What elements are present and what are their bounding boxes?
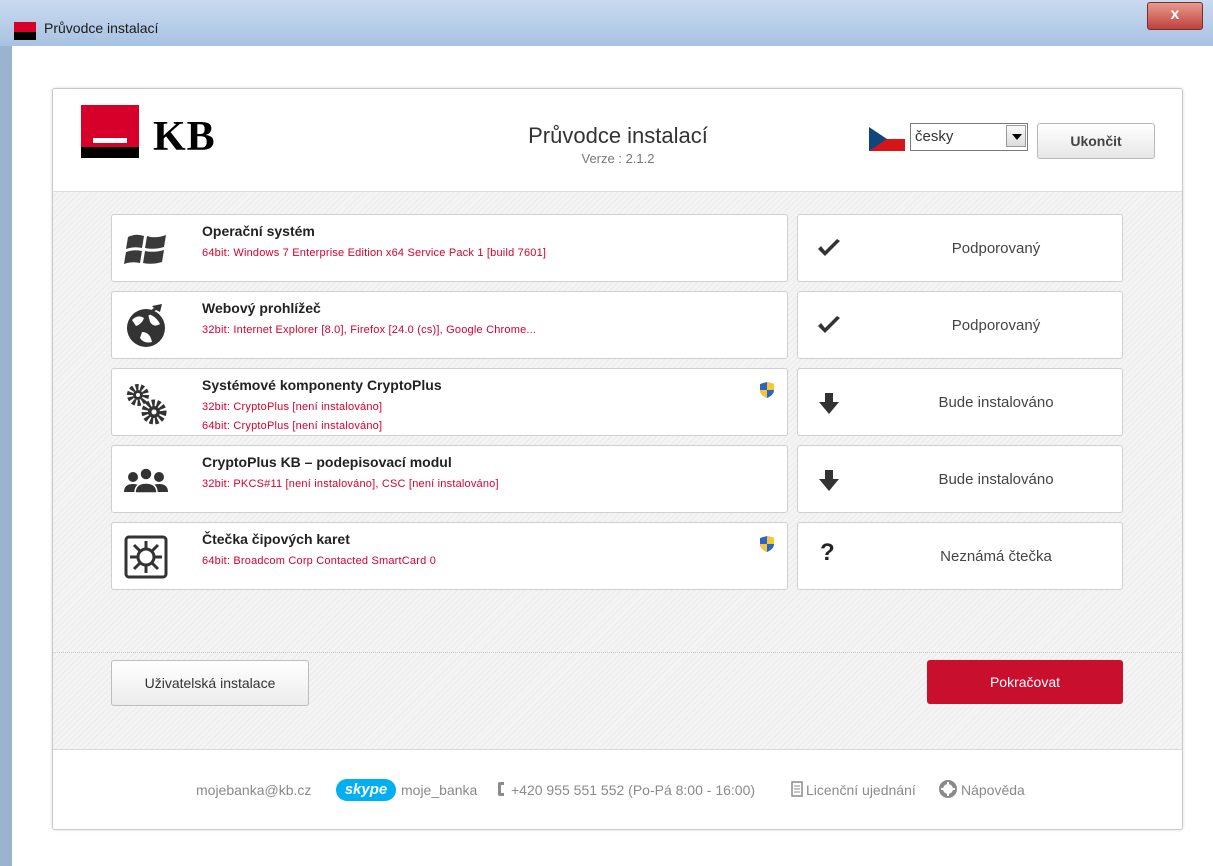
arrow-down-icon [819, 470, 839, 491]
installer-panel: KB Průvodce instalací Verze : 2.1.2 česk… [52, 88, 1183, 830]
footer: mojebanka@kb.cz skype moje_banka +420 95… [53, 749, 1182, 829]
component-detail: 64bit: Broadcom Corp Contacted SmartCard… [202, 555, 437, 567]
users-group-icon [124, 467, 168, 494]
component-detail: 32bit: CryptoPlus [není instalováno] [202, 401, 383, 413]
chevron-down-icon[interactable] [1006, 125, 1026, 147]
license-link[interactable]: Licenční ujednání [806, 782, 916, 798]
status-label: Podporovaný [951, 240, 1041, 257]
component-card: Operační systém 64bit: Windows 7 Enterpr… [111, 214, 788, 282]
component-row: Systémové komponenty CryptoPlus 32bit: C… [111, 368, 1123, 436]
component-row: Čtečka čipových karet 64bit: Broadcom Co… [111, 522, 1123, 590]
component-title: CryptoPlus KB – podepisovací modul [202, 454, 452, 470]
phone-icon [498, 782, 504, 796]
exit-button[interactable]: Ukončit [1037, 123, 1155, 159]
czech-flag-icon [869, 127, 905, 151]
skype-logo-icon: skype [336, 779, 396, 801]
lifebuoy-icon [939, 780, 957, 798]
component-title: Operační systém [202, 223, 315, 239]
divider [53, 652, 1182, 654]
document-icon [791, 781, 803, 797]
window-titlebar: Průvodce instalací x [0, 0, 1213, 46]
component-card: Čtečka čipových karet 64bit: Broadcom Co… [111, 522, 788, 590]
question-mark-icon: ? [820, 539, 835, 566]
component-row: Operační systém 64bit: Windows 7 Enterpr… [111, 214, 1123, 282]
component-row: CryptoPlus KB – podepisovací modul 32bit… [111, 445, 1123, 513]
component-detail: 64bit: CryptoPlus [není instalováno] [202, 420, 383, 432]
help-link[interactable]: Nápověda [961, 782, 1025, 798]
component-detail: 32bit: PKCS#11 [není instalováno], CSC [… [202, 478, 499, 490]
kb-app-icon [14, 22, 36, 40]
component-row: Webový prohlížeč 32bit: Internet Explore… [111, 291, 1123, 359]
component-card: Webový prohlížeč 32bit: Internet Explore… [111, 291, 788, 359]
component-title: Čtečka čipových karet [202, 531, 350, 547]
checkmark-icon [818, 316, 840, 333]
component-status: Bude instalováno [797, 368, 1123, 436]
component-status: Podporovaný [797, 214, 1123, 282]
window-client-area: KB Průvodce instalací Verze : 2.1.2 česk… [12, 46, 1213, 866]
admin-shield-icon [760, 382, 774, 398]
custom-install-button[interactable]: Uživatelská instalace [111, 660, 309, 706]
component-status: ? Neznámá čtečka [797, 522, 1123, 590]
status-label: Neznámá čtečka [940, 548, 1052, 565]
phone-number: +420 955 551 552 (Po-Pá 8:00 - 16:00) [511, 782, 756, 798]
admin-shield-icon [760, 536, 774, 552]
windows-logo-icon [124, 234, 166, 264]
gears-icon [127, 384, 167, 425]
component-detail: 64bit: Windows 7 Enterprise Edition x64 … [202, 247, 547, 259]
window-title: Průvodce instalací [44, 20, 159, 36]
globe-icon [127, 304, 165, 347]
checkmark-icon [818, 239, 840, 256]
arrow-down-icon [819, 393, 839, 414]
language-select[interactable]: česky [910, 123, 1028, 151]
status-label: Podporovaný [951, 317, 1041, 334]
component-detail: 32bit: Internet Explorer [8.0], Firefox … [202, 324, 537, 336]
component-status: Bude instalováno [797, 445, 1123, 513]
email-link[interactable]: mojebanka@kb.cz [196, 782, 311, 798]
kb-logo-text: KB [153, 114, 216, 160]
component-title: Webový prohlížeč [202, 300, 321, 316]
page-title: Průvodce instalací [528, 123, 708, 148]
component-card: Systémové komponenty CryptoPlus 32bit: C… [111, 368, 788, 436]
component-card: CryptoPlus KB – podepisovací modul 32bit… [111, 445, 788, 513]
smartcard-chip-icon [124, 535, 168, 579]
continue-button[interactable]: Pokračovat [927, 660, 1123, 704]
installer-header: KB Průvodce instalací Verze : 2.1.2 česk… [53, 89, 1182, 192]
component-status: Podporovaný [797, 291, 1123, 359]
components-area: Operační systém 64bit: Windows 7 Enterpr… [53, 192, 1182, 749]
status-label: Bude instalováno [938, 471, 1054, 488]
component-title: Systémové komponenty CryptoPlus [202, 377, 442, 393]
language-select-value: česky [915, 128, 954, 145]
version-label: Verze : 2.1.2 [581, 151, 655, 166]
kb-logo-icon [81, 105, 139, 158]
status-label: Bude instalováno [938, 394, 1054, 411]
skype-name[interactable]: moje_banka [401, 782, 477, 798]
window-close-button[interactable]: x [1147, 2, 1203, 30]
